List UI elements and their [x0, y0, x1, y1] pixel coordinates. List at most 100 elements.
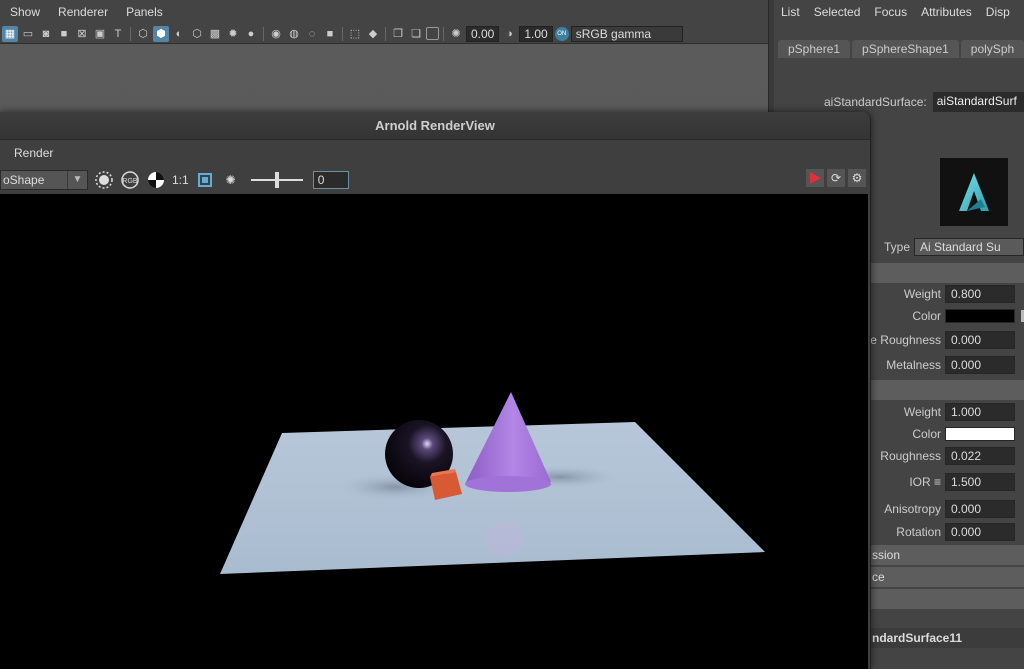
render-output-canvas[interactable]	[0, 194, 868, 669]
xray-components-icon[interactable]: ❏	[408, 26, 424, 42]
metalness-field[interactable]: 0.000	[945, 356, 1015, 374]
menu-attributes[interactable]: Attributes	[914, 5, 979, 19]
base-color-label: Color	[912, 309, 941, 323]
camera-select-value: oShape	[3, 172, 45, 187]
specular-color-swatch[interactable]	[945, 427, 1015, 441]
ior-field[interactable]: 1.500	[945, 473, 1015, 491]
next-section-header[interactable]: ce	[870, 567, 1024, 587]
diffuse-roughness-label: e Roughness	[870, 333, 941, 347]
rgb-channel-icon[interactable]: RGB	[120, 170, 140, 190]
toolbar-divider	[342, 26, 343, 41]
rendered-scene-image	[220, 392, 765, 574]
ior-row: IOR ≡ 1.500	[870, 472, 1015, 492]
svg-text:RGB: RGB	[122, 178, 138, 185]
gamma-field[interactable]: 1.00	[519, 25, 553, 42]
viewport-toolbar: ▦ ▭ ◙ ■ ⊠ ▣ T ⬡ ⬢ ◐ ⬡ ▩ ✹ ● ◉ ◍ ◌ ■ ⬚ ◆ …	[0, 24, 768, 44]
specular-roughness-field[interactable]: 0.022	[945, 447, 1015, 465]
diffuse-roughness-field[interactable]: 0.000	[945, 331, 1015, 349]
wireframe-on-shaded-icon[interactable]: ⬡	[189, 26, 205, 42]
specular-color-row: Color	[870, 424, 1015, 444]
diffuse-roughness-row: e Roughness 0.000	[870, 330, 1015, 350]
node-tabs: pSphere1 pSphereShape1 polySph	[778, 40, 1024, 58]
maya-workspace: Show Renderer Panels ▦ ▭ ◙ ■ ⊠ ▣ T ⬡ ⬢ ◐…	[0, 0, 1024, 669]
arnold-logo-icon	[959, 173, 989, 211]
menu-display[interactable]: Disp	[979, 5, 1017, 19]
shadows-icon[interactable]: ●	[243, 26, 259, 42]
field-chart-icon[interactable]: ⊠	[74, 26, 90, 42]
rotation-field[interactable]: 0.000	[945, 523, 1015, 541]
menu-panels[interactable]: Panels	[116, 5, 171, 19]
anti-aliasing-icon[interactable]: ◌	[304, 26, 320, 42]
safe-title-icon[interactable]: T	[110, 26, 126, 42]
rotation-row: Rotation 0.000	[870, 522, 1015, 542]
anisotropy-row: Anisotropy 0.000	[870, 499, 1015, 519]
metalness-row: Metalness 0.000	[870, 355, 1015, 375]
frame-all-icon[interactable]	[195, 170, 215, 190]
view-transform-select[interactable]: sRGB gamma	[570, 25, 683, 42]
lighting-icon[interactable]: ✹	[225, 26, 241, 42]
gamma-icon[interactable]: ◑	[501, 26, 517, 42]
menu-show[interactable]: Show	[0, 5, 48, 19]
xray-icon[interactable]: ◆	[365, 26, 381, 42]
renderview-toolbar: oShape ▼ RGB 1:1 ✺ 0 ⟳ ⚙	[0, 165, 870, 194]
grid-icon[interactable]: ▦	[2, 25, 18, 42]
camera-select[interactable]: oShape ▼	[0, 169, 88, 190]
specular-roughness-row: Roughness 0.022	[870, 446, 1015, 466]
exposure-field[interactable]: 0.00	[466, 25, 500, 42]
tab-psphere1[interactable]: pSphere1	[778, 40, 851, 58]
smooth-shade-icon[interactable]: ⬢	[153, 25, 169, 42]
refresh-icon[interactable]: ⟳	[827, 169, 845, 187]
safe-action-icon[interactable]: ▣	[92, 26, 108, 42]
specular-roughness-label: Roughness	[880, 449, 941, 463]
isolate-select-icon[interactable]: ⬚	[347, 26, 363, 42]
collapsed-section-header[interactable]	[870, 589, 1024, 609]
slider-handle[interactable]	[274, 171, 279, 188]
material-node-footer: ndardSurface11	[870, 628, 1024, 648]
render-controls: ⟳ ⚙	[806, 169, 866, 187]
gear-icon[interactable]: ⚙	[848, 169, 866, 187]
tab-polysphere[interactable]: polySph	[960, 40, 1024, 58]
viewport-menubar: Show Renderer Panels	[0, 0, 768, 24]
exposure-slider[interactable]	[250, 171, 303, 188]
base-color-swatch[interactable]	[945, 309, 1015, 323]
menu-renderer[interactable]: Renderer	[48, 5, 116, 19]
specular-section-header[interactable]	[870, 380, 1024, 400]
tab-psphereshape1[interactable]: pSphereShape1	[852, 40, 959, 58]
arnold-renderview-window: Arnold RenderView Render oShape ▼ RGB 1:…	[0, 112, 871, 669]
wireframe-icon[interactable]: ⬡	[135, 26, 151, 42]
specular-weight-row: Weight 1.000	[870, 402, 1015, 422]
pixel-ratio-label[interactable]: 1:1	[172, 173, 189, 187]
menu-focus[interactable]: Focus	[867, 5, 914, 19]
color-management-toggle[interactable]: ON	[554, 26, 569, 41]
exposure-value-field[interactable]: 0	[312, 170, 349, 189]
type-select[interactable]: Ai Standard Su	[914, 238, 1024, 256]
base-weight-field[interactable]: 0.800	[945, 285, 1015, 303]
node-name-field[interactable]: aiStandardSurf	[932, 92, 1024, 112]
menu-list[interactable]: List	[774, 5, 807, 19]
menu-render[interactable]: Render	[14, 146, 53, 160]
anisotropy-label: Anisotropy	[884, 502, 941, 516]
gate-mask-icon[interactable]: ■	[56, 26, 72, 42]
resolution-gate-icon[interactable]: ◙	[38, 26, 54, 42]
ambient-occlusion-icon[interactable]: ◉	[268, 26, 284, 42]
anisotropy-field[interactable]: 0.000	[945, 500, 1015, 518]
film-gate-icon[interactable]: ▭	[20, 26, 36, 42]
base-weight-label: Weight	[903, 287, 941, 301]
emission-section-header[interactable]: ssion	[870, 545, 1024, 565]
aov-icon[interactable]	[94, 170, 114, 190]
exposure-icon[interactable]: ✺	[448, 26, 464, 42]
xray-joints-icon[interactable]: ❐	[390, 26, 406, 42]
checker-display-icon[interactable]	[146, 170, 166, 190]
menu-selected[interactable]: Selected	[807, 5, 868, 19]
depth-of-field-icon[interactable]: ■	[322, 26, 338, 42]
motion-blur-icon[interactable]: ◍	[286, 26, 302, 42]
specular-weight-label: Weight	[903, 405, 941, 419]
start-render-button[interactable]	[806, 169, 824, 187]
backface-icon[interactable]	[426, 27, 439, 40]
default-material-icon[interactable]: ◐	[171, 26, 187, 42]
specular-weight-field[interactable]: 1.000	[945, 403, 1015, 421]
textured-icon[interactable]: ▩	[207, 26, 223, 42]
base-section-header[interactable]	[870, 263, 1024, 283]
material-swatch[interactable]	[940, 158, 1008, 226]
exposure-icon[interactable]: ✺	[221, 170, 241, 190]
